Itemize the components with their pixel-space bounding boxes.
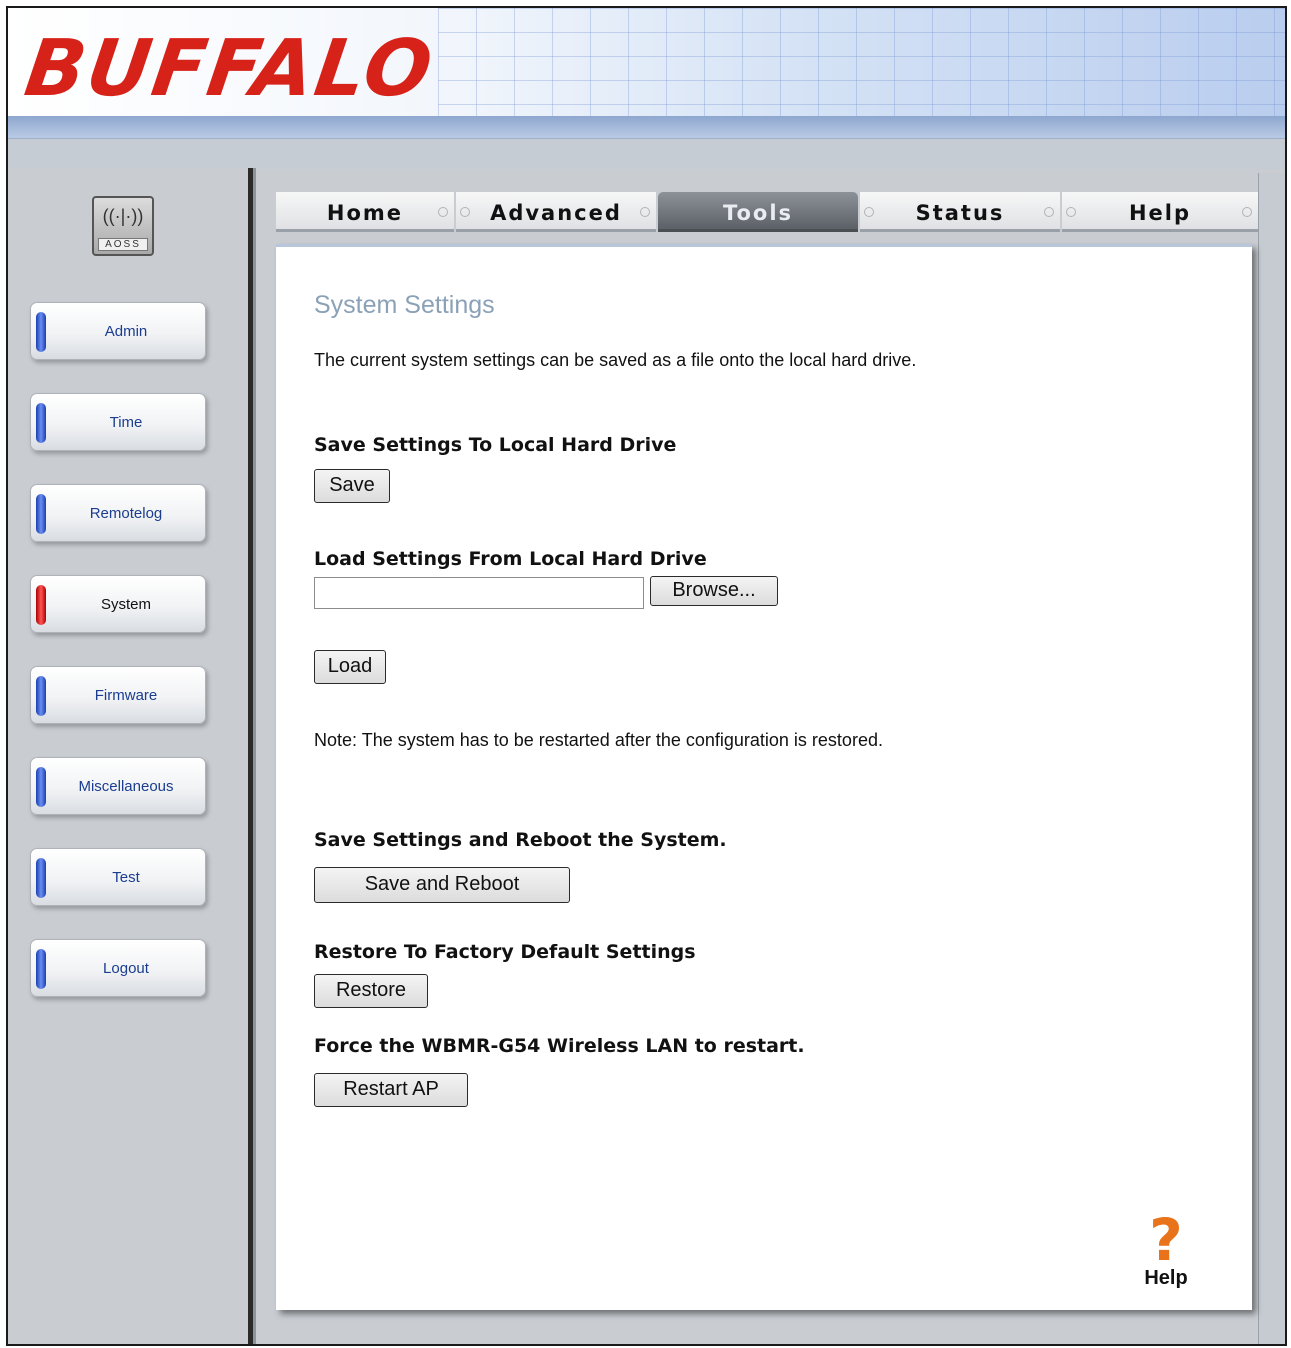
help-label: Help — [1144, 1267, 1188, 1289]
status-led-icon — [36, 403, 46, 443]
settings-file-input[interactable] — [314, 577, 644, 609]
aoss-button[interactable]: ((·|·)) AOSS — [92, 196, 154, 256]
save-button[interactable]: Save — [314, 469, 390, 503]
sidebar-item-time[interactable]: Time — [30, 393, 206, 451]
header: BUFFALO — [8, 8, 1285, 169]
save-and-reboot-button[interactable]: Save and Reboot — [314, 867, 570, 903]
tab-advanced[interactable]: Advanced — [456, 192, 656, 232]
tab-divider-icon — [438, 207, 448, 217]
buffalo-logo: BUFFALO — [19, 24, 440, 114]
tab-bar: Home Advanced Tools Status Help — [276, 192, 1258, 232]
sidebar-item-system[interactable]: System — [30, 575, 206, 633]
sidebar-item-miscellaneous[interactable]: Miscellaneous — [30, 757, 206, 815]
status-led-icon — [36, 949, 46, 989]
sidebar-item-label: Admin — [104, 323, 148, 340]
tab-label: Home — [326, 201, 404, 225]
help-button[interactable]: ? Help — [1138, 1206, 1194, 1290]
header-grid-decoration — [438, 8, 1285, 128]
browse-button[interactable]: Browse... — [650, 576, 778, 606]
tab-label: Help — [1128, 201, 1192, 225]
tab-help[interactable]: Help — [1062, 192, 1258, 232]
tab-tools[interactable]: Tools — [658, 192, 858, 232]
status-led-icon — [36, 767, 46, 807]
tab-status[interactable]: Status — [860, 192, 1060, 232]
content-panel: System Settings The current system setti… — [276, 244, 1252, 1310]
status-led-icon — [36, 585, 46, 625]
sidebar-item-logout[interactable]: Logout — [30, 939, 206, 997]
sidebar: ((·|·)) AOSS Admin Time Remotelog System… — [8, 168, 248, 1344]
tab-divider-icon — [1044, 207, 1054, 217]
tab-label: Tools — [722, 201, 794, 225]
status-led-icon — [36, 676, 46, 716]
restart-section-heading: Force the WBMR-G54 Wireless LAN to resta… — [314, 1035, 805, 1057]
restart-note: Note: The system has to be restarted aft… — [314, 730, 883, 750]
tab-label: Status — [915, 201, 1005, 225]
sidebar-item-label: Test — [112, 869, 140, 886]
save-section-heading: Save Settings To Local Hard Drive — [314, 434, 677, 456]
sidebar-item-label: Firmware — [94, 687, 158, 704]
page-title: System Settings — [314, 291, 495, 319]
question-mark-icon: ? — [1149, 1206, 1183, 1274]
tab-divider-icon — [640, 207, 650, 217]
sidebar-item-firmware[interactable]: Firmware — [30, 666, 206, 724]
tab-home[interactable]: Home — [276, 192, 454, 232]
tab-label: Advanced — [490, 201, 622, 225]
status-led-icon — [36, 312, 46, 352]
load-button[interactable]: Load — [314, 650, 386, 684]
status-led-icon — [36, 494, 46, 534]
tab-divider-icon — [1242, 207, 1252, 217]
restore-button[interactable]: Restore — [314, 974, 428, 1008]
right-margin-bar — [1258, 173, 1285, 1344]
sidebar-item-admin[interactable]: Admin — [30, 302, 206, 360]
sidebar-item-label: Time — [109, 414, 143, 431]
sidebar-item-remotelog[interactable]: Remotelog — [30, 484, 206, 542]
sidebar-item-label: System — [100, 596, 151, 613]
reboot-section-heading: Save Settings and Reboot the System. — [314, 829, 727, 851]
restore-section-heading: Restore To Factory Default Settings — [314, 941, 696, 963]
aoss-label: AOSS — [98, 238, 148, 251]
sidebar-item-label: Remotelog — [89, 505, 163, 522]
load-section-heading: Load Settings From Local Hard Drive — [314, 548, 707, 570]
sidebar-divider-shadow — [253, 168, 256, 1344]
browser-frame: BUFFALO ((·|·)) AOSS Admin Time Remotelo… — [6, 6, 1287, 1346]
sidebar-item-label: Miscellaneous — [78, 778, 174, 795]
restart-ap-button[interactable]: Restart AP — [314, 1073, 468, 1107]
sidebar-item-label: Logout — [103, 960, 149, 977]
page-description: The current system settings can be saved… — [314, 350, 917, 370]
header-band-lower — [8, 138, 1285, 169]
sidebar-item-test[interactable]: Test — [30, 848, 206, 906]
aoss-wave-icon: ((·|·)) — [102, 206, 144, 226]
status-led-icon — [36, 858, 46, 898]
